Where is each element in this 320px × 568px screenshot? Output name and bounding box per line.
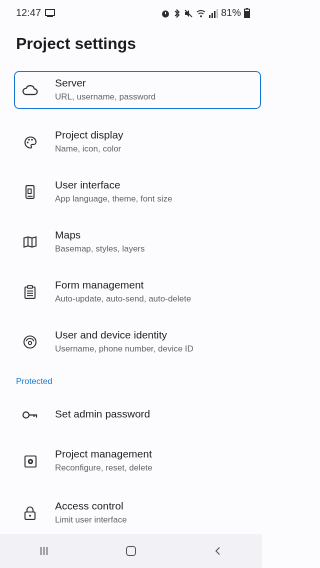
mute-icon — [184, 9, 193, 17]
settings-item-texts: User and device identity Username, phone… — [55, 330, 193, 355]
settings-item-texts: Project management Reconfigure, reset, d… — [55, 449, 152, 474]
settings-item-subtitle: Basemap, styles, layers — [55, 243, 145, 254]
battery-percent: 81% — [220, 7, 241, 19]
settings-item-user-interface[interactable]: User interface App language, theme, font… — [0, 167, 262, 217]
status-right: 81% — [161, 8, 250, 19]
screen: 12:47 81% Project settings Server URL, u… — [0, 0, 262, 568]
settings-item-title: Form management — [55, 279, 144, 292]
settings-item-title: Server — [55, 77, 86, 90]
settings-item-subtitle: Reconfigure, reset, delete — [55, 462, 153, 473]
page-title: Project settings — [16, 36, 137, 53]
settings-item-subtitle: Name, icon, color — [55, 143, 122, 154]
bluetooth-icon — [174, 8, 180, 18]
section-header-protected: Protected — [16, 376, 53, 386]
settings-item-maps[interactable]: Maps Basemap, styles, layers — [0, 217, 262, 267]
message-icon — [45, 9, 56, 17]
alarm-icon — [161, 10, 169, 17]
recent-apps-icon — [40, 547, 48, 555]
settings-item-title: Set admin password — [55, 408, 151, 421]
home-icon — [125, 546, 136, 556]
settings-item-subtitle: URL, username, password — [55, 91, 156, 102]
settings-item-subtitle: Auto-update, auto-send, auto-delete — [55, 293, 192, 304]
settings-item-subtitle: App language, theme, font size — [55, 193, 173, 204]
settings-item-project-management[interactable]: Project management Reconfigure, reset, d… — [0, 435, 262, 487]
lock-icon — [16, 499, 44, 527]
settings-item-title: Project management — [55, 448, 152, 461]
settings-item-form-management[interactable]: Form management Auto-update, auto-send, … — [0, 267, 262, 317]
settings-item-texts: User interface App language, theme, font… — [55, 180, 172, 205]
status-left: 12:47 — [16, 7, 56, 19]
cloud-icon — [16, 76, 44, 104]
battery-icon — [244, 8, 250, 18]
settings-item-texts: Project display Name, icon, color — [55, 130, 123, 155]
system-nav-bar — [0, 534, 262, 568]
settings-item-title: Project display — [55, 129, 124, 142]
recent-apps-button[interactable] — [24, 536, 64, 566]
map-icon — [16, 228, 44, 256]
settings-item-texts: Form management Auto-update, auto-send, … — [55, 280, 191, 305]
settings-item-subtitle: Username, phone number, device ID — [55, 343, 194, 354]
phone-icon — [16, 178, 44, 206]
wifi-icon — [196, 9, 206, 17]
settings-item-title: Access control — [55, 500, 124, 513]
settings-item-texts: Maps Basemap, styles, layers — [55, 230, 145, 255]
settings-item-set-admin-password[interactable]: Set admin password — [0, 395, 262, 435]
clipboard-icon — [16, 278, 44, 306]
back-button[interactable] — [198, 536, 238, 566]
settings-item-title: User interface — [55, 179, 121, 192]
settings-item-project-display[interactable]: Project display Name, icon, color — [0, 117, 262, 167]
settings-item-user-device-identity[interactable]: User and device identity Username, phone… — [0, 317, 262, 367]
settings-item-texts: Access control Limit user interface — [55, 501, 127, 526]
status-bar: 12:47 81% — [0, 0, 262, 26]
identity-icon — [16, 328, 44, 356]
settings-box-icon — [16, 447, 44, 475]
settings-item-title: User and device identity — [55, 329, 168, 342]
protected-section: Protected — [0, 367, 262, 395]
settings-list: Server URL, username, password Project d… — [0, 68, 262, 539]
signal-icon — [208, 8, 218, 18]
back-icon — [215, 547, 221, 555]
home-button[interactable] — [111, 536, 151, 566]
settings-item-server[interactable]: Server URL, username, password — [14, 71, 261, 109]
palette-icon — [16, 128, 44, 156]
settings-item-subtitle: Limit user interface — [55, 514, 127, 525]
status-time: 12:47 — [16, 7, 42, 19]
key-icon — [16, 401, 44, 429]
settings-item-title: Maps — [55, 229, 81, 242]
settings-item-texts: Set admin password — [55, 409, 150, 422]
settings-item-access-control[interactable]: Access control Limit user interface — [0, 487, 262, 539]
settings-item-texts: Server URL, username, password — [55, 78, 156, 103]
